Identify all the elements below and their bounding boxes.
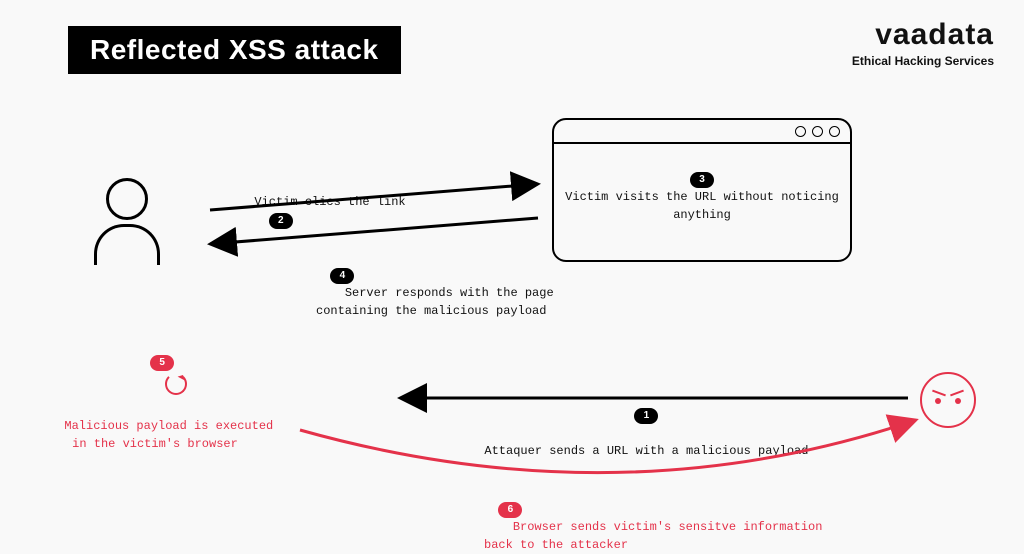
- step-1-label: 1 Attaquer sends a URL with a malicious …: [470, 388, 808, 460]
- brand-block: vaadata Ethical Hacking Services: [852, 18, 994, 68]
- step-2-badge: 2: [269, 213, 293, 229]
- browser-content: 3 Victim visits the URL without noticing…: [554, 144, 850, 224]
- browser-titlebar: [554, 120, 850, 144]
- step-4-text: Server responds with the page containing…: [316, 286, 554, 318]
- step-5-label: 5 Malicious payload is executed in the v…: [50, 335, 260, 453]
- browser-window-icon: 3 Victim visits the URL without noticing…: [552, 118, 852, 262]
- page-title: Reflected XSS attack: [68, 26, 401, 74]
- step-1-badge: 1: [634, 408, 658, 424]
- step-4-label: 4 Server responds with the page containi…: [316, 248, 554, 320]
- step-6-badge: 6: [498, 502, 522, 518]
- step-6-label: 6 Browser sends victim's sensitve inform…: [484, 482, 822, 554]
- step-5-text: Malicious payload is executed in the vic…: [64, 419, 273, 451]
- step-4-badge: 4: [330, 268, 354, 284]
- victim-icon: [92, 178, 162, 265]
- step-3-badge: 3: [690, 172, 714, 188]
- spinner-icon: [165, 373, 187, 395]
- step-5-badge: 5: [150, 355, 174, 371]
- step-2-label: Victim clics the link 2: [240, 175, 406, 229]
- step-2-text: Victim clics the link: [254, 195, 405, 209]
- step-3-text: Victim visits the URL without noticing a…: [565, 190, 839, 222]
- step-6-text: Browser sends victim's sensitve informat…: [484, 520, 822, 552]
- step-1-text: Attaquer sends a URL with a malicious pa…: [484, 444, 808, 458]
- brand-logo: vaadata: [852, 18, 994, 52]
- attacker-icon: [920, 372, 976, 428]
- brand-tagline: Ethical Hacking Services: [852, 54, 994, 68]
